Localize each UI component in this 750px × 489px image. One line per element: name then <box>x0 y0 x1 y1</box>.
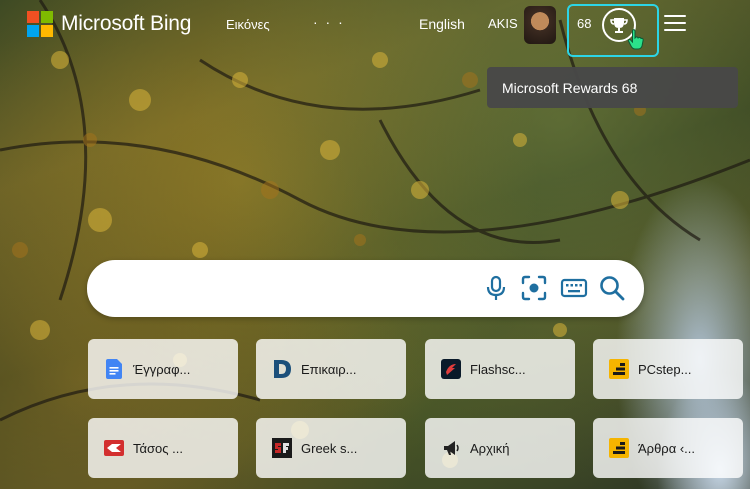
nav-more-button[interactable]: · · · <box>313 14 345 30</box>
flashscore-icon <box>441 359 461 379</box>
quick-link-tile[interactable]: Έγγραφ... <box>88 339 238 399</box>
keyboard-icon[interactable] <box>560 274 588 302</box>
top-bar: Microsoft Bing Εικόνες · · · English AKI… <box>0 0 750 57</box>
hand-cursor-icon <box>627 29 644 50</box>
d-logo-icon <box>272 359 292 379</box>
brand-name: Microsoft Bing <box>61 12 192 35</box>
tasos-icon <box>104 438 124 458</box>
search-box[interactable] <box>87 260 644 317</box>
visual-search-icon[interactable] <box>520 274 548 302</box>
quick-link-label: Έγγραφ... <box>133 361 191 377</box>
quick-link-tile[interactable]: Flashsc... <box>425 339 575 399</box>
username[interactable]: AKIS <box>488 16 518 31</box>
quick-link-tile[interactable]: PCstep... <box>593 339 743 399</box>
search-input[interactable] <box>109 274 469 302</box>
quick-link-tile[interactable]: Greek s... <box>256 418 406 478</box>
tooltip-text: Microsoft Rewards 68 <box>502 80 638 96</box>
menu-icon[interactable] <box>664 15 686 33</box>
megaphone-icon <box>441 438 461 458</box>
pcsteps-icon <box>609 359 629 379</box>
greek-sf-icon <box>272 438 292 458</box>
quick-link-tile[interactable]: Επικαιρ... <box>256 339 406 399</box>
quick-link-label: Επικαιρ... <box>301 361 357 377</box>
google-docs-icon <box>104 359 124 379</box>
quick-link-label: PCstep... <box>638 361 692 377</box>
quick-link-label: Greek s... <box>301 440 358 456</box>
microphone-icon[interactable] <box>482 274 510 302</box>
quick-link-label: Αρχική <box>470 440 510 456</box>
quick-link-label: Flashsc... <box>470 361 526 377</box>
rewards-tooltip: Microsoft Rewards 68 <box>487 67 738 108</box>
nav-images-link[interactable]: Εικόνες <box>226 17 270 32</box>
quick-link-label: Άρθρα ‹... <box>638 440 695 456</box>
quick-link-tile[interactable]: Άρθρα ‹... <box>593 418 743 478</box>
search-icon[interactable] <box>598 274 626 302</box>
avatar[interactable] <box>524 6 556 44</box>
rewards-count: 68 <box>577 16 592 31</box>
pcsteps-icon <box>609 438 629 458</box>
quick-link-label: Τάσος ... <box>133 440 183 456</box>
bing-logo[interactable]: Microsoft Bing <box>27 11 191 37</box>
microsoft-logo-icon <box>27 11 53 37</box>
quick-link-tile[interactable]: Αρχική <box>425 418 575 478</box>
quick-link-tile[interactable]: Τάσος ... <box>88 418 238 478</box>
language-link[interactable]: English <box>419 16 465 32</box>
